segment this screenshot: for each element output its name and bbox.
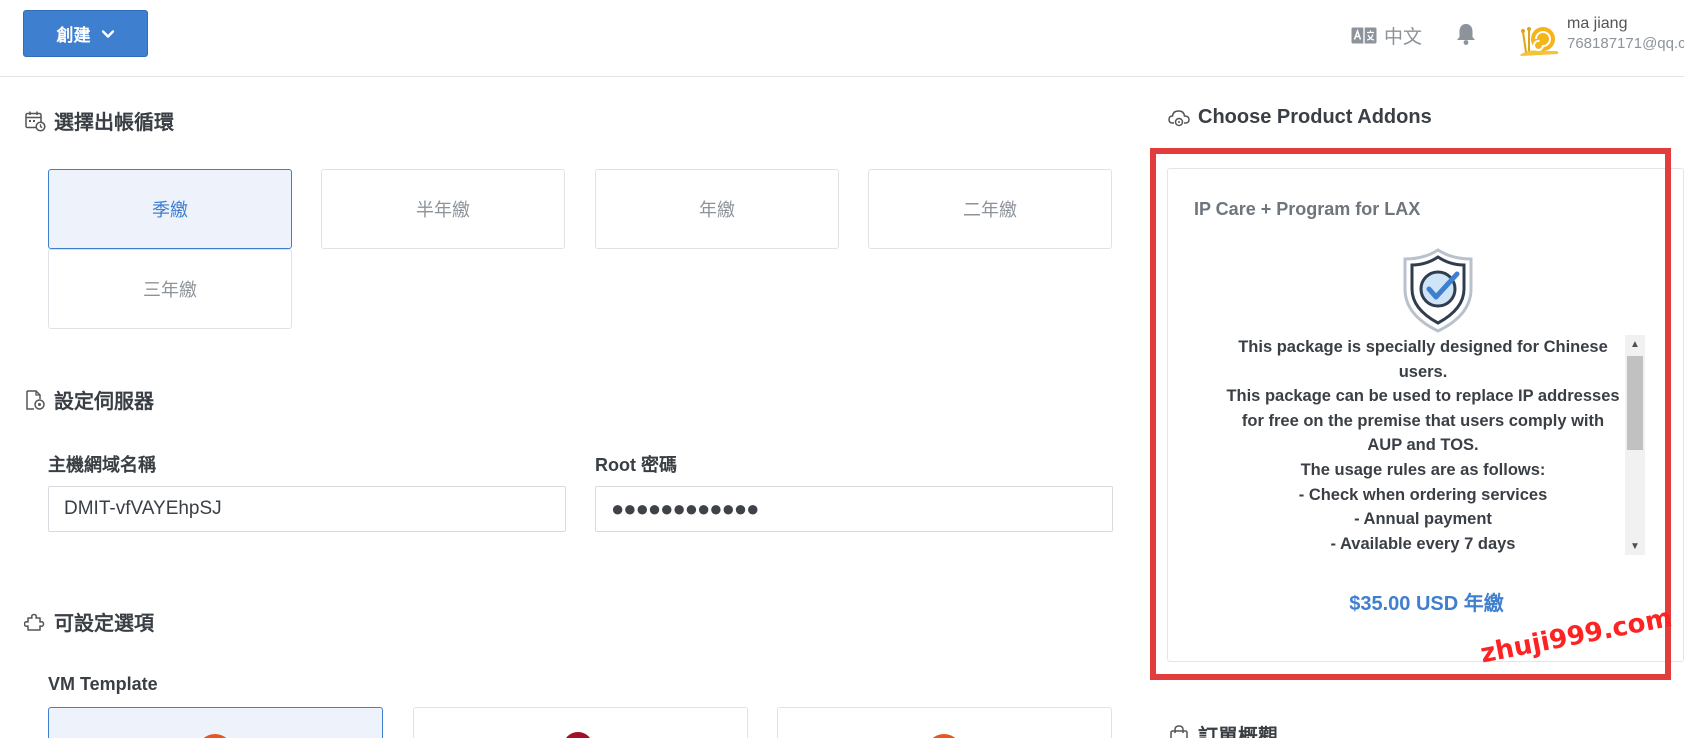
addon-description-line: This package can be used to replace IP a…	[1226, 387, 1620, 406]
language-label: 中文	[1384, 27, 1423, 48]
top-bar: 創建 中文 ma jiang 768187171@qq.c	[0, 0, 1684, 77]
configure-server-title: 設定伺服器	[54, 391, 154, 413]
billing-cycle-title: 選擇出帳循環	[54, 112, 174, 134]
configurable-options-heading: 可設定選項	[24, 607, 154, 636]
billing-option-label: 年繳	[699, 200, 735, 220]
cloud-settings-icon	[1168, 109, 1190, 126]
billing-option-label: 二年繳	[963, 200, 1017, 220]
addon-description-line: AUP and TOS.	[1367, 436, 1479, 455]
scrollbar-thumb[interactable]	[1627, 356, 1643, 450]
debian-logo-icon	[563, 732, 593, 738]
addon-description-line: - Available every 7 days	[1330, 534, 1516, 553]
avatar[interactable]	[1518, 18, 1560, 58]
root-password-input[interactable]: ●●●●●●●●●●●●	[595, 486, 1113, 532]
create-button-label: 創建	[56, 26, 91, 45]
billing-option-semiannual[interactable]: 半年繳	[321, 169, 565, 249]
billing-option-label: 半年繳	[416, 200, 470, 220]
order-summary-title: 訂單概觀	[1198, 726, 1278, 738]
vm-template-option[interactable]	[413, 707, 748, 738]
language-switcher[interactable]: 中文	[1351, 22, 1422, 49]
vm-template-option[interactable]	[48, 707, 383, 738]
addon-description: This package is specially designed for C…	[1223, 335, 1623, 555]
vm-template-label: VM Template	[48, 674, 158, 694]
user-name[interactable]: ma jiang	[1567, 15, 1627, 33]
addon-description-line: for free on the premise that users compl…	[1241, 411, 1605, 430]
vm-template-option[interactable]	[777, 707, 1112, 738]
user-email: 768187171@qq.c	[1567, 35, 1684, 52]
billing-option-label: 季繳	[152, 200, 188, 220]
billing-option-label: 三年繳	[143, 280, 197, 300]
scroll-down-arrow-icon[interactable]: ▼	[1625, 537, 1645, 555]
hostname-input[interactable]	[48, 486, 566, 532]
ubuntu-logo-icon	[926, 734, 962, 738]
addon-price: $35.00 USD 年繳	[1349, 593, 1504, 615]
bell-icon[interactable]	[1455, 22, 1477, 46]
addon-description-line: The usage rules are as follows:	[1300, 460, 1546, 479]
addon-description-line: users.	[1398, 362, 1448, 381]
shopping-bag-icon	[1170, 724, 1188, 738]
calendar-icon	[25, 111, 46, 132]
ubuntu-logo-icon	[197, 734, 233, 738]
description-scrollbar[interactable]: ▲ ▼	[1625, 335, 1645, 555]
configurable-options-title: 可設定選項	[54, 613, 154, 635]
billing-option-quarterly[interactable]: 季繳	[48, 169, 292, 249]
server-settings-icon	[26, 389, 45, 410]
shield-check-icon	[1403, 248, 1473, 333]
billing-cycle-heading: 選擇出帳循環	[24, 106, 174, 135]
addon-description-line: - Annual payment	[1354, 510, 1492, 529]
root-password-label: Root 密碼	[595, 455, 677, 475]
product-addons-title: Choose Product Addons	[1198, 106, 1432, 128]
billing-option-biennial[interactable]: 二年繳	[868, 169, 1112, 249]
hostname-label: 主機網域名稱	[48, 455, 156, 475]
billing-option-annual[interactable]: 年繳	[595, 169, 839, 249]
configure-server-heading: 設定伺服器	[24, 385, 154, 414]
addon-card[interactable]: IP Care + Program for LAX This package i…	[1167, 168, 1684, 662]
addon-card-title: IP Care + Program for LAX	[1194, 199, 1421, 219]
addon-description-line: - Check when ordering services	[1298, 485, 1548, 504]
product-addons-heading: Choose Product Addons	[1168, 106, 1432, 129]
puzzle-icon	[24, 613, 45, 631]
create-button[interactable]: 創建	[23, 10, 148, 57]
order-summary-heading: 訂單概觀	[1168, 720, 1278, 738]
addon-description-line: This package is specially designed for C…	[1238, 338, 1608, 356]
billing-option-triennial[interactable]: 三年繳	[48, 249, 292, 329]
root-password-value: ●●●●●●●●●●●●	[611, 496, 759, 521]
translate-icon	[1351, 27, 1377, 44]
chevron-down-icon	[101, 29, 114, 38]
scroll-up-arrow-icon[interactable]: ▲	[1625, 335, 1645, 353]
